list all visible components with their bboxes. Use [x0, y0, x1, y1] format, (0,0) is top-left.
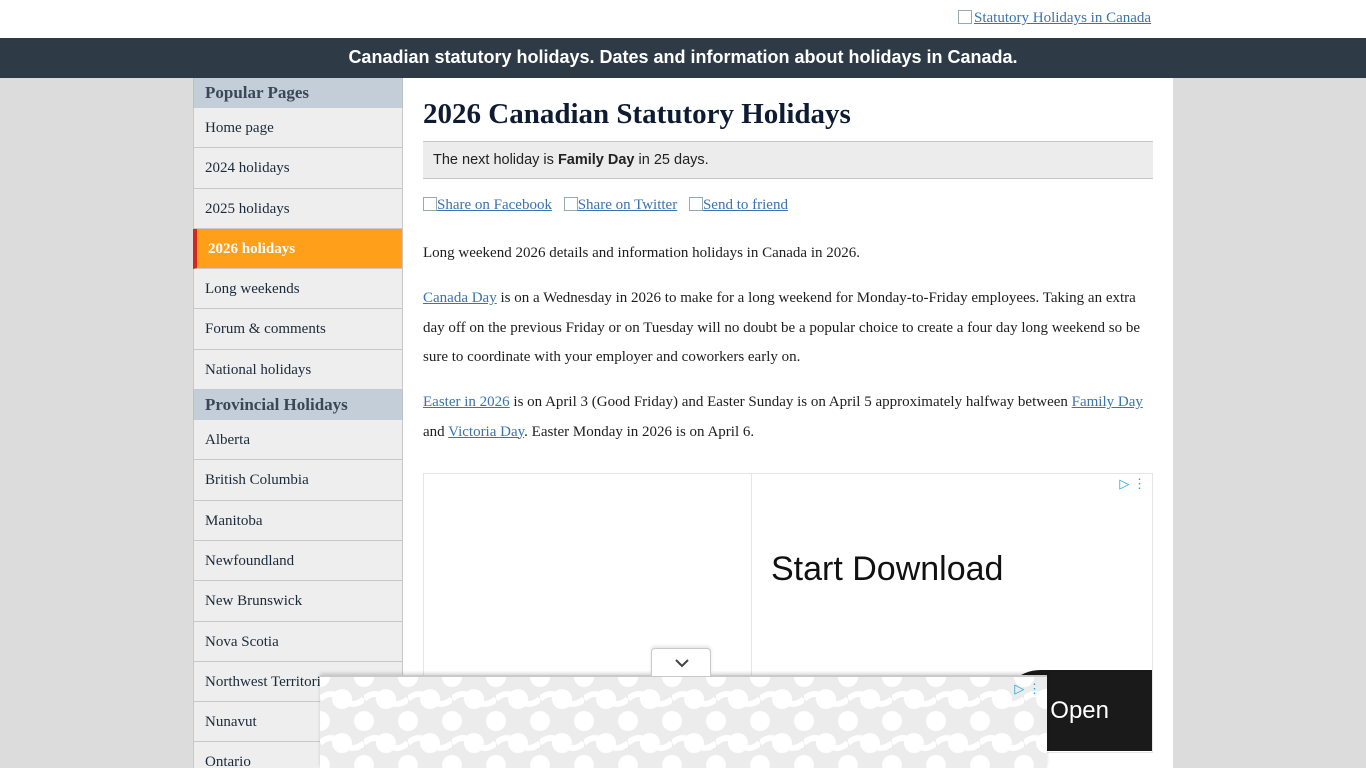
- collapse-ad-button[interactable]: [651, 648, 711, 676]
- adchoices-icon[interactable]: ▷: [1119, 476, 1129, 491]
- popular-pages-heading: Popular Pages: [193, 78, 403, 108]
- easter-link[interactable]: Easter in 2026: [423, 394, 510, 410]
- next-holiday-prefix: The next holiday is: [433, 152, 554, 168]
- sidebar-item-long-weekends[interactable]: Long weekends: [193, 269, 403, 310]
- chevron-down-icon: [675, 659, 689, 668]
- ad-title[interactable]: Start Download: [771, 550, 1003, 589]
- sidebar-item-national-holidays[interactable]: National holidays: [193, 349, 403, 391]
- bottom-sticky-ad[interactable]: ▷ ⋮: [320, 675, 1047, 768]
- page-title: 2026 Canadian Statutory Holidays: [423, 98, 851, 130]
- provincial-holidays-heading: Provincial Holidays: [193, 390, 403, 421]
- share-facebook-link[interactable]: Share on Facebook: [423, 197, 552, 213]
- broken-image-icon: [688, 197, 703, 211]
- more-options-icon[interactable]: ⋮: [1028, 681, 1041, 696]
- sidebar-item-alberta[interactable]: Alberta: [193, 420, 403, 461]
- top-bar: Statutory Holidays in Canada: [0, 0, 1366, 38]
- share-links: Share on Facebook Share on Twitter Send …: [423, 197, 796, 214]
- broken-image-icon: [423, 197, 437, 211]
- easter-text-1: is on April 3 (Good Friday) and Easter S…: [509, 394, 1072, 410]
- sidebar-item-new-brunswick[interactable]: New Brunswick: [193, 581, 403, 622]
- next-holiday-notice: The next holiday is Family Day in 25 day…: [423, 141, 1153, 179]
- sidebar-item-nova-scotia[interactable]: Nova Scotia: [193, 621, 403, 662]
- family-day-link[interactable]: Family Day: [1072, 394, 1143, 410]
- sidebar-item-2024-holidays[interactable]: 2024 holidays: [193, 148, 403, 189]
- send-to-friend-label: Send to friend: [702, 197, 788, 213]
- main-content: 2026 Canadian Statutory Holidays The nex…: [403, 78, 1173, 768]
- sidebar-item-newfoundland[interactable]: Newfoundland: [193, 540, 403, 582]
- sidebar-item-forum[interactable]: Forum & comments: [193, 309, 403, 350]
- adchoices-icon[interactable]: ▷: [1014, 681, 1024, 696]
- site-banner: Canadian statutory holidays. Dates and i…: [0, 38, 1366, 78]
- share-twitter-link[interactable]: Share on Twitter: [563, 197, 678, 213]
- sidebar-item-british-columbia[interactable]: British Columbia: [193, 460, 403, 501]
- ad-icons: ▷ ⋮: [1119, 476, 1146, 492]
- victoria-day-link[interactable]: Victoria Day: [448, 424, 524, 440]
- share-facebook-label: Share on Facebook: [437, 197, 552, 213]
- intro-paragraph: Long weekend 2026 details and informatio…: [423, 245, 860, 261]
- easter-paragraph: Easter in 2026 is on April 3 (Good Frida…: [423, 388, 1158, 447]
- sidebar: Popular Pages Home page 2024 holidays 20…: [193, 78, 403, 768]
- canada-day-text: is on a Wednesday in 2026 to make for a …: [423, 290, 1141, 365]
- ad-pattern-background: [320, 677, 1047, 768]
- sidebar-item-manitoba[interactable]: Manitoba: [193, 500, 403, 541]
- easter-text-3: . Easter Monday in 2026 is on April 6.: [524, 423, 755, 440]
- logo-alt-text: Statutory Holidays in Canada: [974, 10, 1152, 26]
- next-holiday-name: Family Day: [557, 152, 635, 168]
- bottom-ad-icons: ▷ ⋮: [1014, 681, 1041, 697]
- sidebar-item-home[interactable]: Home page: [193, 108, 403, 149]
- sidebar-item-2025-holidays[interactable]: 2025 holidays: [193, 188, 403, 229]
- send-to-friend-link[interactable]: Send to friend: [688, 197, 788, 213]
- canada-day-paragraph: Canada Day is on a Wednesday in 2026 to …: [423, 284, 1158, 373]
- share-twitter-label: Share on Twitter: [577, 197, 678, 213]
- more-options-icon[interactable]: ⋮: [1133, 476, 1146, 491]
- site-logo-link[interactable]: Statutory Holidays in Canada: [958, 10, 1151, 27]
- canada-day-link[interactable]: Canada Day: [423, 290, 497, 306]
- broken-image-icon: [958, 10, 972, 24]
- next-holiday-suffix: in 25 days.: [638, 152, 709, 168]
- easter-text-2: and: [423, 423, 449, 440]
- sidebar-item-2026-holidays[interactable]: 2026 holidays: [193, 228, 403, 270]
- broken-image-icon: [563, 197, 578, 211]
